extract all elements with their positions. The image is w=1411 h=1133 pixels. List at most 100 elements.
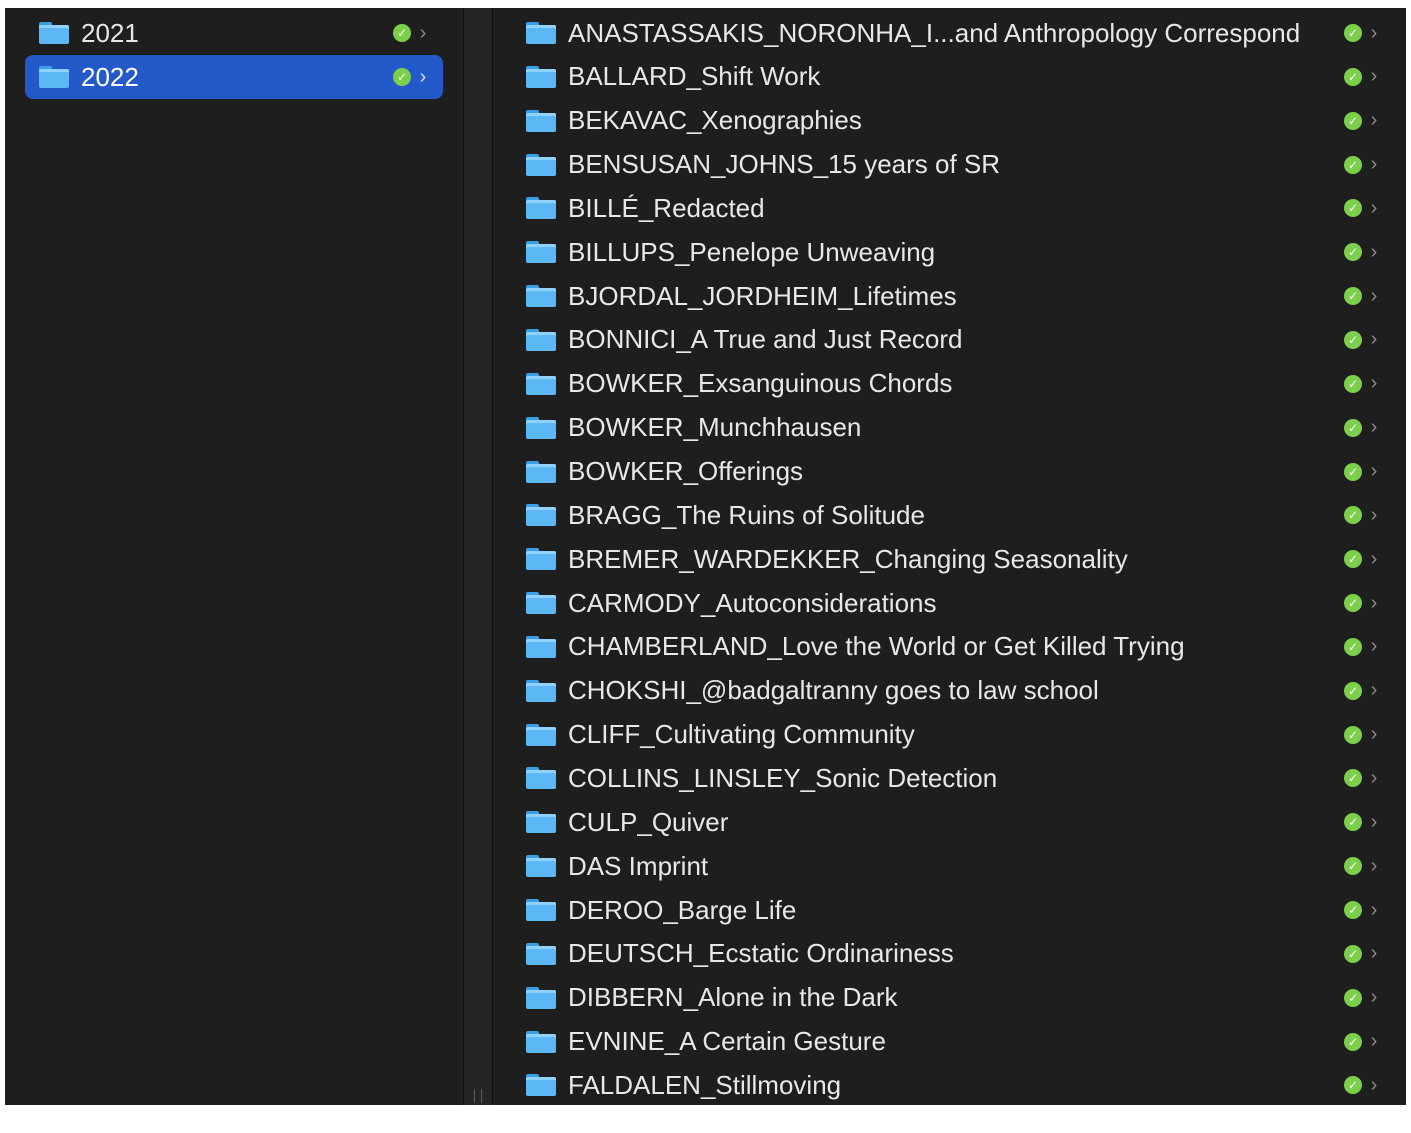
check-circle-icon: ✓ (1344, 550, 1362, 569)
folder-icon (526, 723, 556, 746)
folder-name: DAS Imprint (568, 850, 709, 881)
folder-name: CARMODY_Autoconsiderations (568, 587, 937, 618)
folder-row[interactable]: BEKAVAC_Xenographies ✓ › (493, 99, 1406, 143)
chevron-right-icon[interactable]: › (415, 66, 431, 89)
chevron-right-icon[interactable]: › (1366, 899, 1382, 922)
folder-icon (526, 1030, 556, 1053)
folder-name: 2021 (81, 17, 139, 48)
chevron-right-icon[interactable]: › (1366, 723, 1382, 746)
check-circle-icon: ✓ (1344, 944, 1362, 963)
folder-row[interactable]: DAS Imprint ✓ › (493, 844, 1406, 888)
folder-row[interactable]: FALDALEN_Stillmoving ✓ › (493, 1063, 1406, 1105)
column-resize-handle[interactable] (474, 1089, 482, 1103)
folder-icon (526, 416, 556, 439)
chevron-right-icon[interactable]: › (1366, 811, 1382, 834)
chevron-right-icon[interactable]: › (1366, 942, 1382, 965)
folder-name: BEKAVAC_Xenographies (568, 105, 862, 136)
chevron-right-icon[interactable]: › (1366, 22, 1382, 45)
folder-name: BJORDAL_JORDHEIM_Lifetimes (568, 280, 957, 311)
folder-row[interactable]: CHOKSHI_@badgaltranny goes to law school… (493, 669, 1406, 713)
check-circle-icon: ✓ (1344, 988, 1362, 1007)
column-divider (463, 8, 493, 1105)
folder-name: DIBBERN_Alone in the Dark (568, 982, 898, 1013)
chevron-right-icon[interactable]: › (1366, 767, 1382, 790)
folder-row[interactable]: ANASTASSAKIS_NORONHA_I...and Anthropolog… (493, 11, 1406, 55)
folder-icon (39, 66, 69, 88)
chevron-right-icon[interactable]: › (1366, 1074, 1382, 1097)
folder-name: CHAMBERLAND_Love the World or Get Killed… (568, 631, 1185, 662)
folder-row[interactable]: BOWKER_Munchhausen ✓ › (493, 406, 1406, 450)
chevron-right-icon[interactable]: › (1366, 504, 1382, 527)
folder-icon (526, 285, 556, 308)
folder-icon (526, 899, 556, 921)
folder-name: DEUTSCH_Ecstatic Ordinariness (568, 938, 954, 969)
folder-icon (526, 855, 556, 878)
chevron-right-icon[interactable]: › (1366, 416, 1382, 439)
chevron-right-icon[interactable]: › (1366, 109, 1382, 132)
check-circle-icon: ✓ (1344, 67, 1362, 86)
chevron-right-icon[interactable]: › (1366, 328, 1382, 351)
folder-row[interactable]: CULP_Quiver ✓ › (493, 800, 1406, 844)
folder-icon (526, 65, 556, 88)
folder-row[interactable]: DEUTSCH_Ecstatic Ordinariness ✓ › (493, 932, 1406, 976)
chevron-right-icon[interactable]: › (1366, 986, 1382, 1009)
folder-icon (526, 811, 556, 834)
folder-icon (526, 767, 556, 790)
chevron-right-icon[interactable]: › (1366, 372, 1382, 395)
folder-row[interactable]: BRAGG_The Ruins of Solitude ✓ › (493, 493, 1406, 537)
folder-icon (526, 22, 556, 44)
folder-icon (526, 635, 556, 658)
chevron-right-icon[interactable]: › (1366, 285, 1382, 308)
check-circle-icon: ✓ (1344, 287, 1362, 306)
check-circle-icon: ✓ (1344, 769, 1362, 788)
chevron-right-icon[interactable]: › (415, 22, 431, 45)
folder-row[interactable]: BILLUPS_Penelope Unweaving ✓ › (493, 230, 1406, 274)
folder-row[interactable]: BOWKER_Offerings ✓ › (493, 450, 1406, 494)
folder-row[interactable]: CHAMBERLAND_Love the World or Get Killed… (493, 625, 1406, 669)
folder-row[interactable]: BREMER_WARDEKKER_Changing Seasonality ✓ › (493, 537, 1406, 581)
chevron-right-icon[interactable]: › (1366, 635, 1382, 658)
check-circle-icon: ✓ (1344, 155, 1362, 174)
folder-icon (526, 372, 556, 395)
finder-column-view: 2021 ✓ › 2022 ✓ › ANASTASSAKIS_NORONHA_I...an… (5, 8, 1406, 1105)
chevron-right-icon[interactable]: › (1366, 460, 1382, 483)
folder-name: BRAGG_The Ruins of Solitude (568, 499, 925, 530)
folder-row[interactable]: BILLÉ_Redacted ✓ › (493, 186, 1406, 230)
chevron-right-icon[interactable]: › (1366, 1030, 1382, 1053)
folder-row[interactable]: DEROO_Barge Life ✓ › (493, 888, 1406, 932)
check-circle-icon: ✓ (1344, 374, 1362, 393)
folder-row[interactable]: CLIFF_Cultivating Community ✓ › (493, 713, 1406, 757)
check-circle-icon: ✓ (1344, 1076, 1362, 1095)
folder-row[interactable]: COLLINS_LINSLEY_Sonic Detection ✓ › (493, 756, 1406, 800)
folder-row[interactable]: BALLARD_Shift Work ✓ › (493, 55, 1406, 99)
folder-row[interactable]: BONNICI_A True and Just Record ✓ › (493, 318, 1406, 362)
check-circle-icon: ✓ (1344, 330, 1362, 349)
folder-name: FALDALEN_Stillmoving (568, 1069, 842, 1100)
year-folder-row[interactable]: 2022 ✓ › (25, 55, 443, 99)
folder-name: COLLINS_LINSLEY_Sonic Detection (568, 762, 998, 793)
folder-name: BILLÉ_Redacted (568, 192, 765, 223)
chevron-right-icon[interactable]: › (1366, 153, 1382, 176)
folder-row[interactable]: CARMODY_Autoconsiderations ✓ › (493, 581, 1406, 625)
chevron-right-icon[interactable]: › (1366, 855, 1382, 878)
chevron-right-icon[interactable]: › (1366, 65, 1382, 88)
folder-icon (526, 986, 556, 1009)
folder-row[interactable]: BOWKER_Exsanguinous Chords ✓ › (493, 362, 1406, 406)
chevron-right-icon[interactable]: › (1366, 548, 1382, 571)
folder-row[interactable]: EVNINE_A Certain Gesture ✓ › (493, 1020, 1406, 1064)
folder-name: EVNINE_A Certain Gesture (568, 1026, 886, 1057)
folder-row[interactable]: BENSUSAN_JOHNS_15 years of SR ✓ › (493, 143, 1406, 187)
year-folder-row[interactable]: 2021 ✓ › (25, 11, 443, 55)
check-circle-icon: ✓ (393, 68, 411, 86)
folder-row[interactable]: DIBBERN_Alone in the Dark ✓ › (493, 976, 1406, 1020)
chevron-right-icon[interactable]: › (1366, 679, 1382, 702)
folder-row[interactable]: BJORDAL_JORDHEIM_Lifetimes ✓ › (493, 274, 1406, 318)
folder-name: ANASTASSAKIS_NORONHA_I...and Anthropolog… (568, 17, 1301, 48)
folder-icon (526, 197, 556, 220)
chevron-right-icon[interactable]: › (1366, 197, 1382, 220)
chevron-right-icon[interactable]: › (1366, 592, 1382, 615)
chevron-right-icon[interactable]: › (1366, 241, 1382, 264)
folder-name: BALLARD_Shift Work (568, 61, 821, 92)
folder-name: BOWKER_Munchhausen (568, 412, 862, 443)
folder-icon (39, 22, 69, 44)
